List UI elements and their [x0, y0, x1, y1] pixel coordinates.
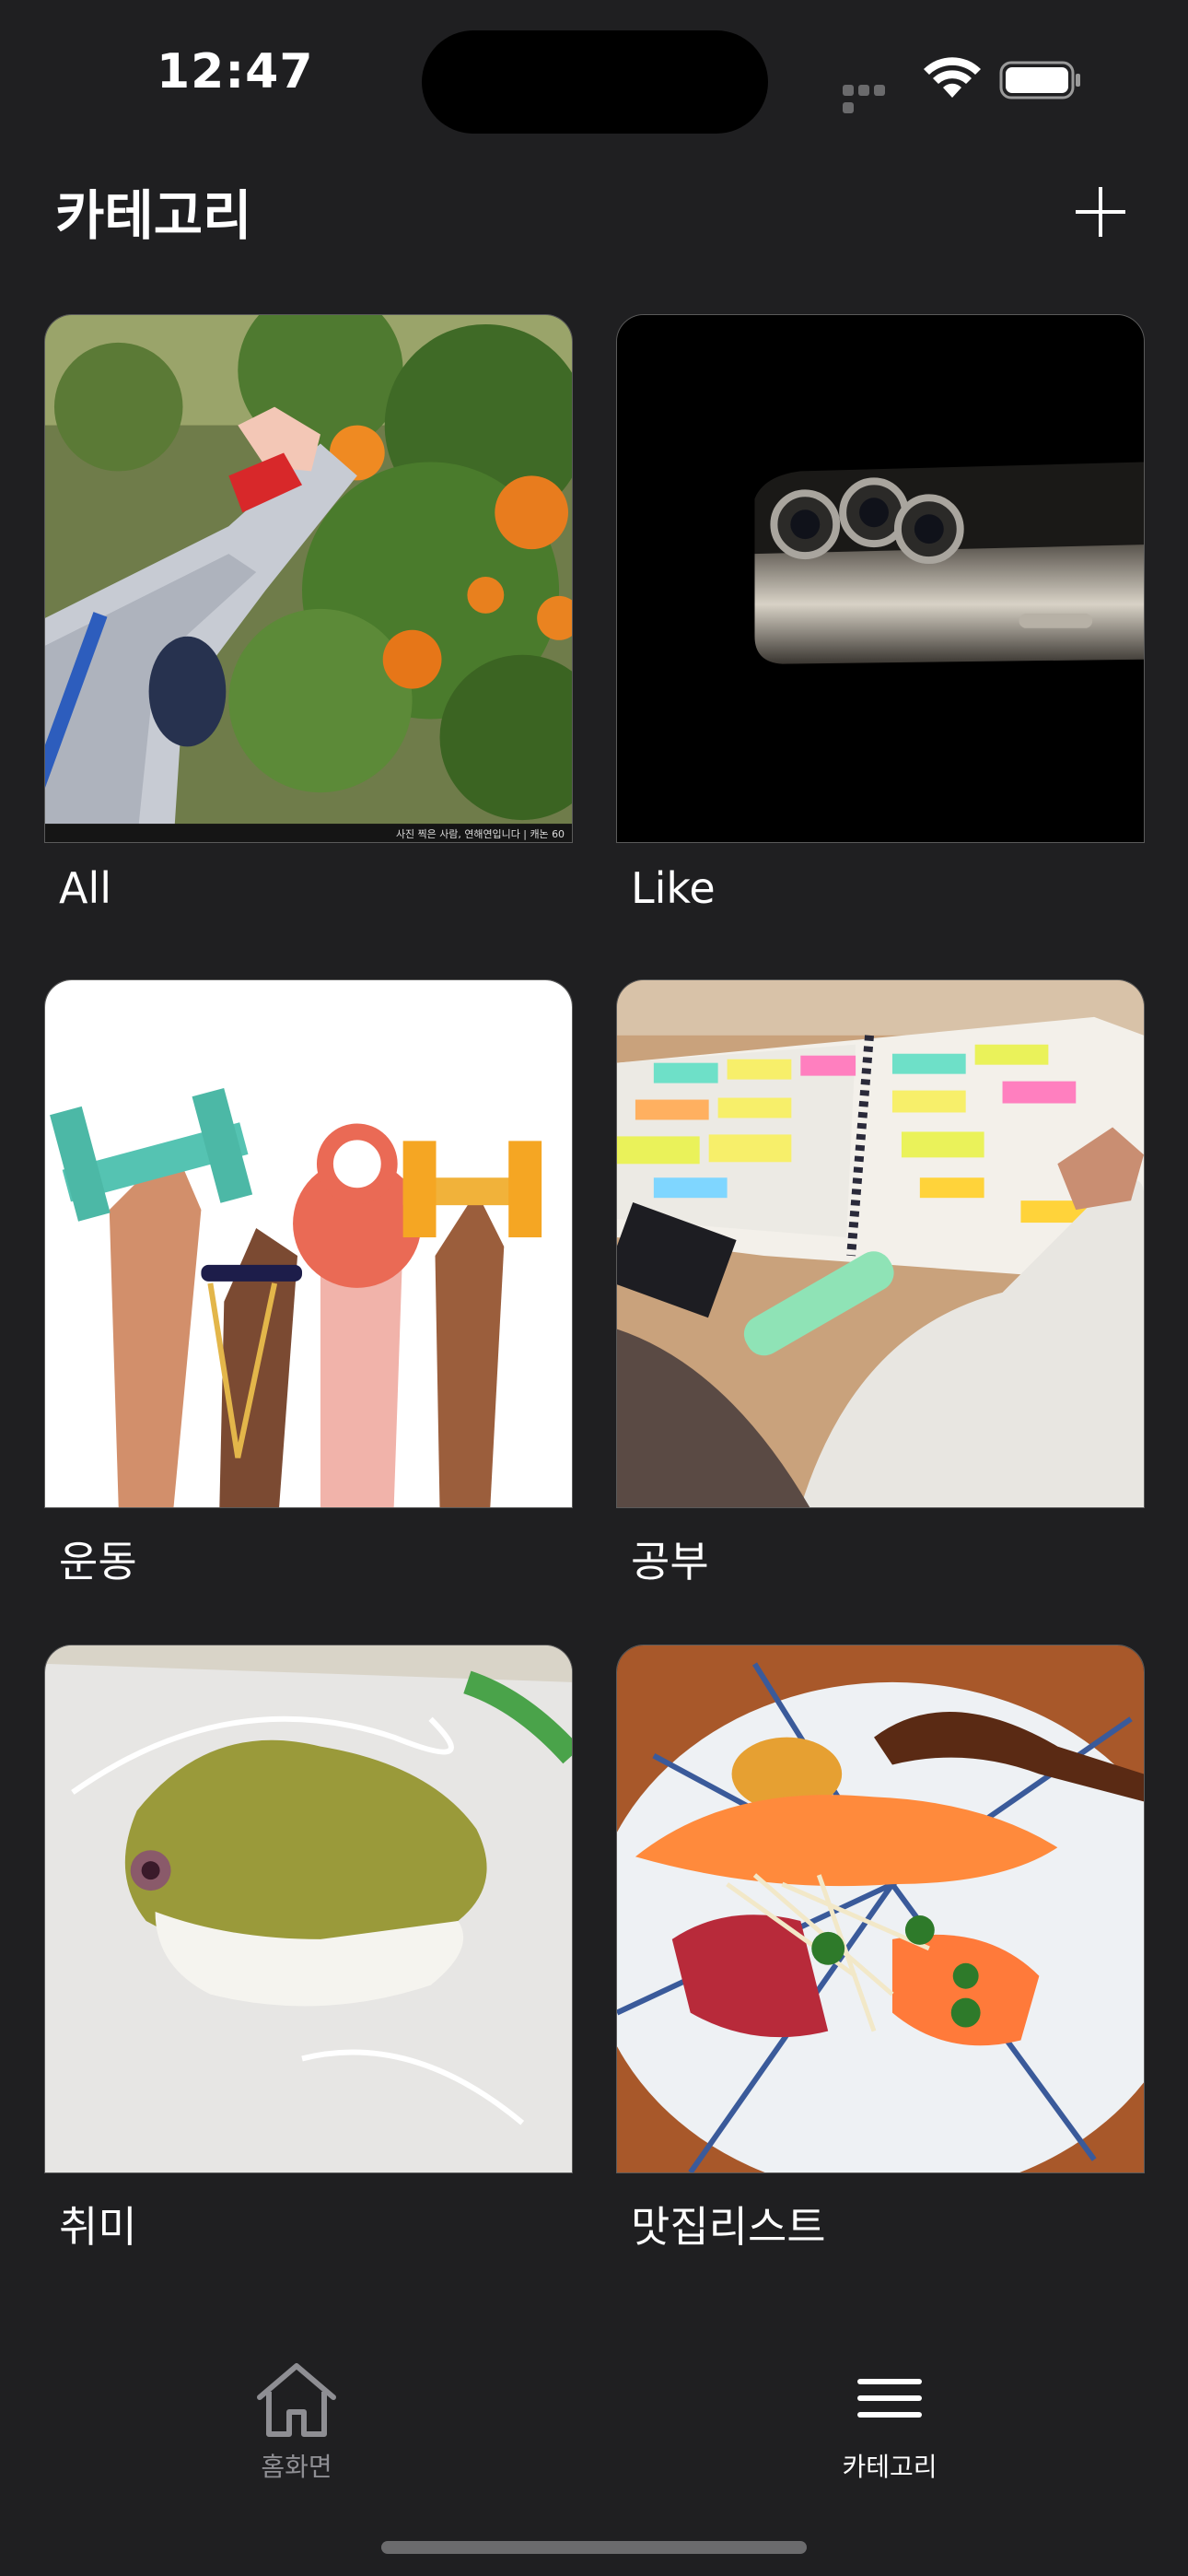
category-label: All: [59, 863, 112, 913]
category-label: Like: [631, 863, 716, 913]
category-image-all: 사진 찍은 사람, 연해연입니다 | 캐논 60: [44, 314, 573, 843]
category-image-restaurant: [616, 1645, 1145, 2173]
page-title: 카테고리: [55, 184, 252, 247]
category-image-exercise: [44, 979, 573, 1508]
home-icon: [257, 2363, 336, 2437]
wifi-icon: [924, 57, 981, 98]
category-card-exercise[interactable]: 운동: [44, 979, 573, 1589]
tab-category-label: 카테고리: [842, 2452, 938, 2482]
tab-home-label: 홈화면: [261, 2452, 332, 2482]
category-card-all[interactable]: 사진 찍은 사람, 연해연입니다 | 캐논 60 All: [44, 314, 573, 913]
category-card-restaurant[interactable]: 맛집리스트: [616, 1645, 1145, 2254]
category-label: 맛집리스트: [631, 2202, 826, 2252]
category-label: 공부: [631, 1537, 709, 1587]
add-category-button[interactable]: [1068, 180, 1133, 244]
battery-icon: [999, 61, 1080, 100]
status-time: 12:47: [157, 44, 314, 100]
dynamic-island: [422, 30, 768, 134]
category-card-study[interactable]: 공부: [616, 979, 1145, 1589]
category-image-hobby: [44, 1645, 573, 2173]
menu-icon: [857, 2379, 922, 2418]
category-label: 취미: [59, 2202, 137, 2252]
category-label: 운동: [59, 1537, 137, 1587]
tab-category[interactable]: 카테고리: [770, 2359, 1009, 2484]
plus-icon: [1076, 187, 1125, 237]
cellular-signal-icon: [843, 82, 903, 113]
category-card-like[interactable]: Like: [616, 314, 1145, 913]
category-image-like: [616, 314, 1145, 843]
photo-caption: 사진 찍은 사람, 연해연입니다 | 캐논 60: [396, 827, 565, 840]
category-card-hobby[interactable]: 취미: [44, 1645, 573, 2254]
home-indicator[interactable]: [381, 2541, 807, 2554]
tab-home[interactable]: 홈화면: [177, 2359, 416, 2484]
category-image-study: [616, 979, 1145, 1508]
